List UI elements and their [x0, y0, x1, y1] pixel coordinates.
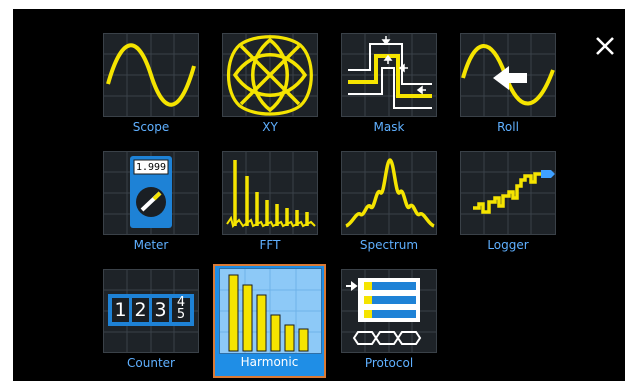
multimeter-icon: 1.999 — [103, 151, 199, 235]
app-tile-meter[interactable]: 1.999 Meter — [97, 147, 205, 257]
app-label: Scope — [132, 120, 170, 134]
lissajous-icon — [222, 33, 318, 117]
logger-icon — [460, 151, 556, 235]
app-tile-protocol[interactable]: Protocol — [335, 265, 443, 375]
fft-spectrum-icon — [222, 151, 318, 235]
mask-icon — [341, 33, 437, 117]
app-label: Meter — [133, 238, 169, 252]
sine-wave-icon — [103, 33, 199, 117]
counter-digit: 1 — [114, 299, 127, 321]
app-label: XY — [262, 120, 278, 134]
meter-reading: 1.999 — [135, 162, 167, 173]
app-label: FFT — [259, 238, 281, 252]
protocol-icon — [341, 269, 437, 353]
app-label: Protocol — [364, 356, 414, 370]
app-tile-xy[interactable]: XY — [216, 29, 324, 139]
spectrum-icon — [341, 151, 437, 235]
app-tile-mask[interactable]: Mask — [335, 29, 443, 139]
app-tile-fft[interactable]: FFT — [216, 147, 324, 257]
app-tile-spectrum[interactable]: Spectrum — [335, 147, 443, 257]
app-label: Spectrum — [359, 238, 419, 252]
harmonic-bars-icon — [219, 268, 322, 354]
app-tile-roll[interactable]: Roll — [454, 29, 562, 139]
app-tile-counter[interactable]: 1 2 3 4 5 Counter — [97, 265, 205, 375]
app-tile-scope[interactable]: Scope — [97, 29, 205, 139]
app-label: Logger — [487, 238, 529, 252]
app-label: Mask — [373, 120, 405, 134]
app-launcher-screen: Scope XY Mask Roll 1.999 Meter FFT Spect… — [13, 9, 625, 381]
app-tile-logger[interactable]: Logger — [454, 147, 562, 257]
app-label: Roll — [497, 120, 519, 134]
close-icon[interactable] — [592, 33, 618, 59]
roll-arrow-icon — [460, 33, 556, 117]
counter-digit: 3 — [154, 299, 167, 321]
counter-digit: 5 — [176, 307, 186, 322]
counter-digit: 2 — [134, 299, 147, 321]
app-label: Harmonic — [240, 355, 299, 369]
app-label: Counter — [127, 356, 175, 370]
app-tile-harmonic[interactable]: Harmonic — [213, 264, 326, 378]
counter-icon: 1 2 3 4 5 — [103, 269, 199, 353]
